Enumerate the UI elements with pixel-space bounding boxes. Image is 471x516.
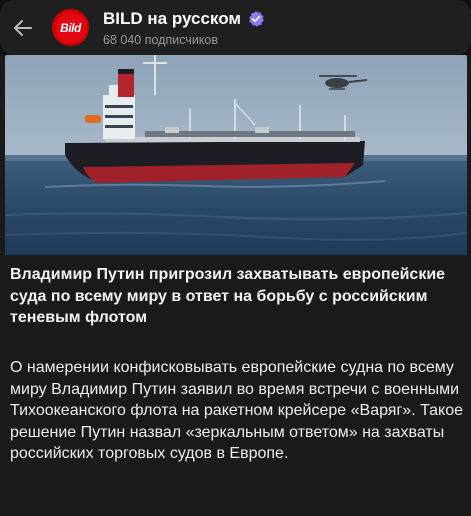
- channel-name: BILD на русском: [103, 9, 241, 28]
- post-photo[interactable]: [5, 55, 467, 255]
- tanker-ship-photo: [5, 55, 467, 255]
- channel-avatar[interactable]: Bild: [52, 9, 89, 46]
- arrow-left-icon: [14, 20, 32, 36]
- post-headline: Владимир Путин пригрозил захватывать евр…: [10, 266, 446, 326]
- back-button[interactable]: [8, 13, 38, 43]
- message-card: Владимир Путин пригрозил захватывать евр…: [0, 55, 471, 516]
- bild-logo: Bild: [55, 12, 86, 43]
- avatar-logo-text: Bild: [60, 20, 81, 35]
- channel-header[interactable]: Bild BILD на русском 68 040 подписчиков: [0, 0, 471, 55]
- channel-title[interactable]: BILD на русском: [103, 9, 265, 29]
- subscriber-count: 68 040 подписчиков: [103, 33, 219, 47]
- verified-badge-icon: [247, 10, 265, 28]
- post-text: О намерении конфисковывать европейские с…: [10, 359, 464, 462]
- telegram-channel-view: Bild BILD на русском 68 040 подписчиков: [0, 0, 471, 516]
